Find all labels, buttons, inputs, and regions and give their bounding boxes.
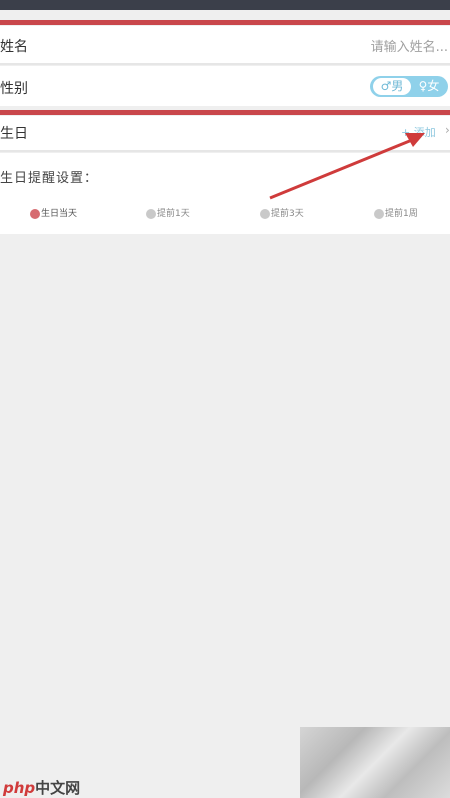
watermark: php中文网 [3, 777, 80, 798]
arrow-head [405, 133, 425, 147]
watermark-brand: php [3, 779, 36, 797]
blurred-image [300, 727, 450, 798]
arrow-shaft [269, 138, 413, 200]
watermark-site: 中文网 [35, 779, 81, 797]
annotation-arrow [269, 133, 425, 200]
